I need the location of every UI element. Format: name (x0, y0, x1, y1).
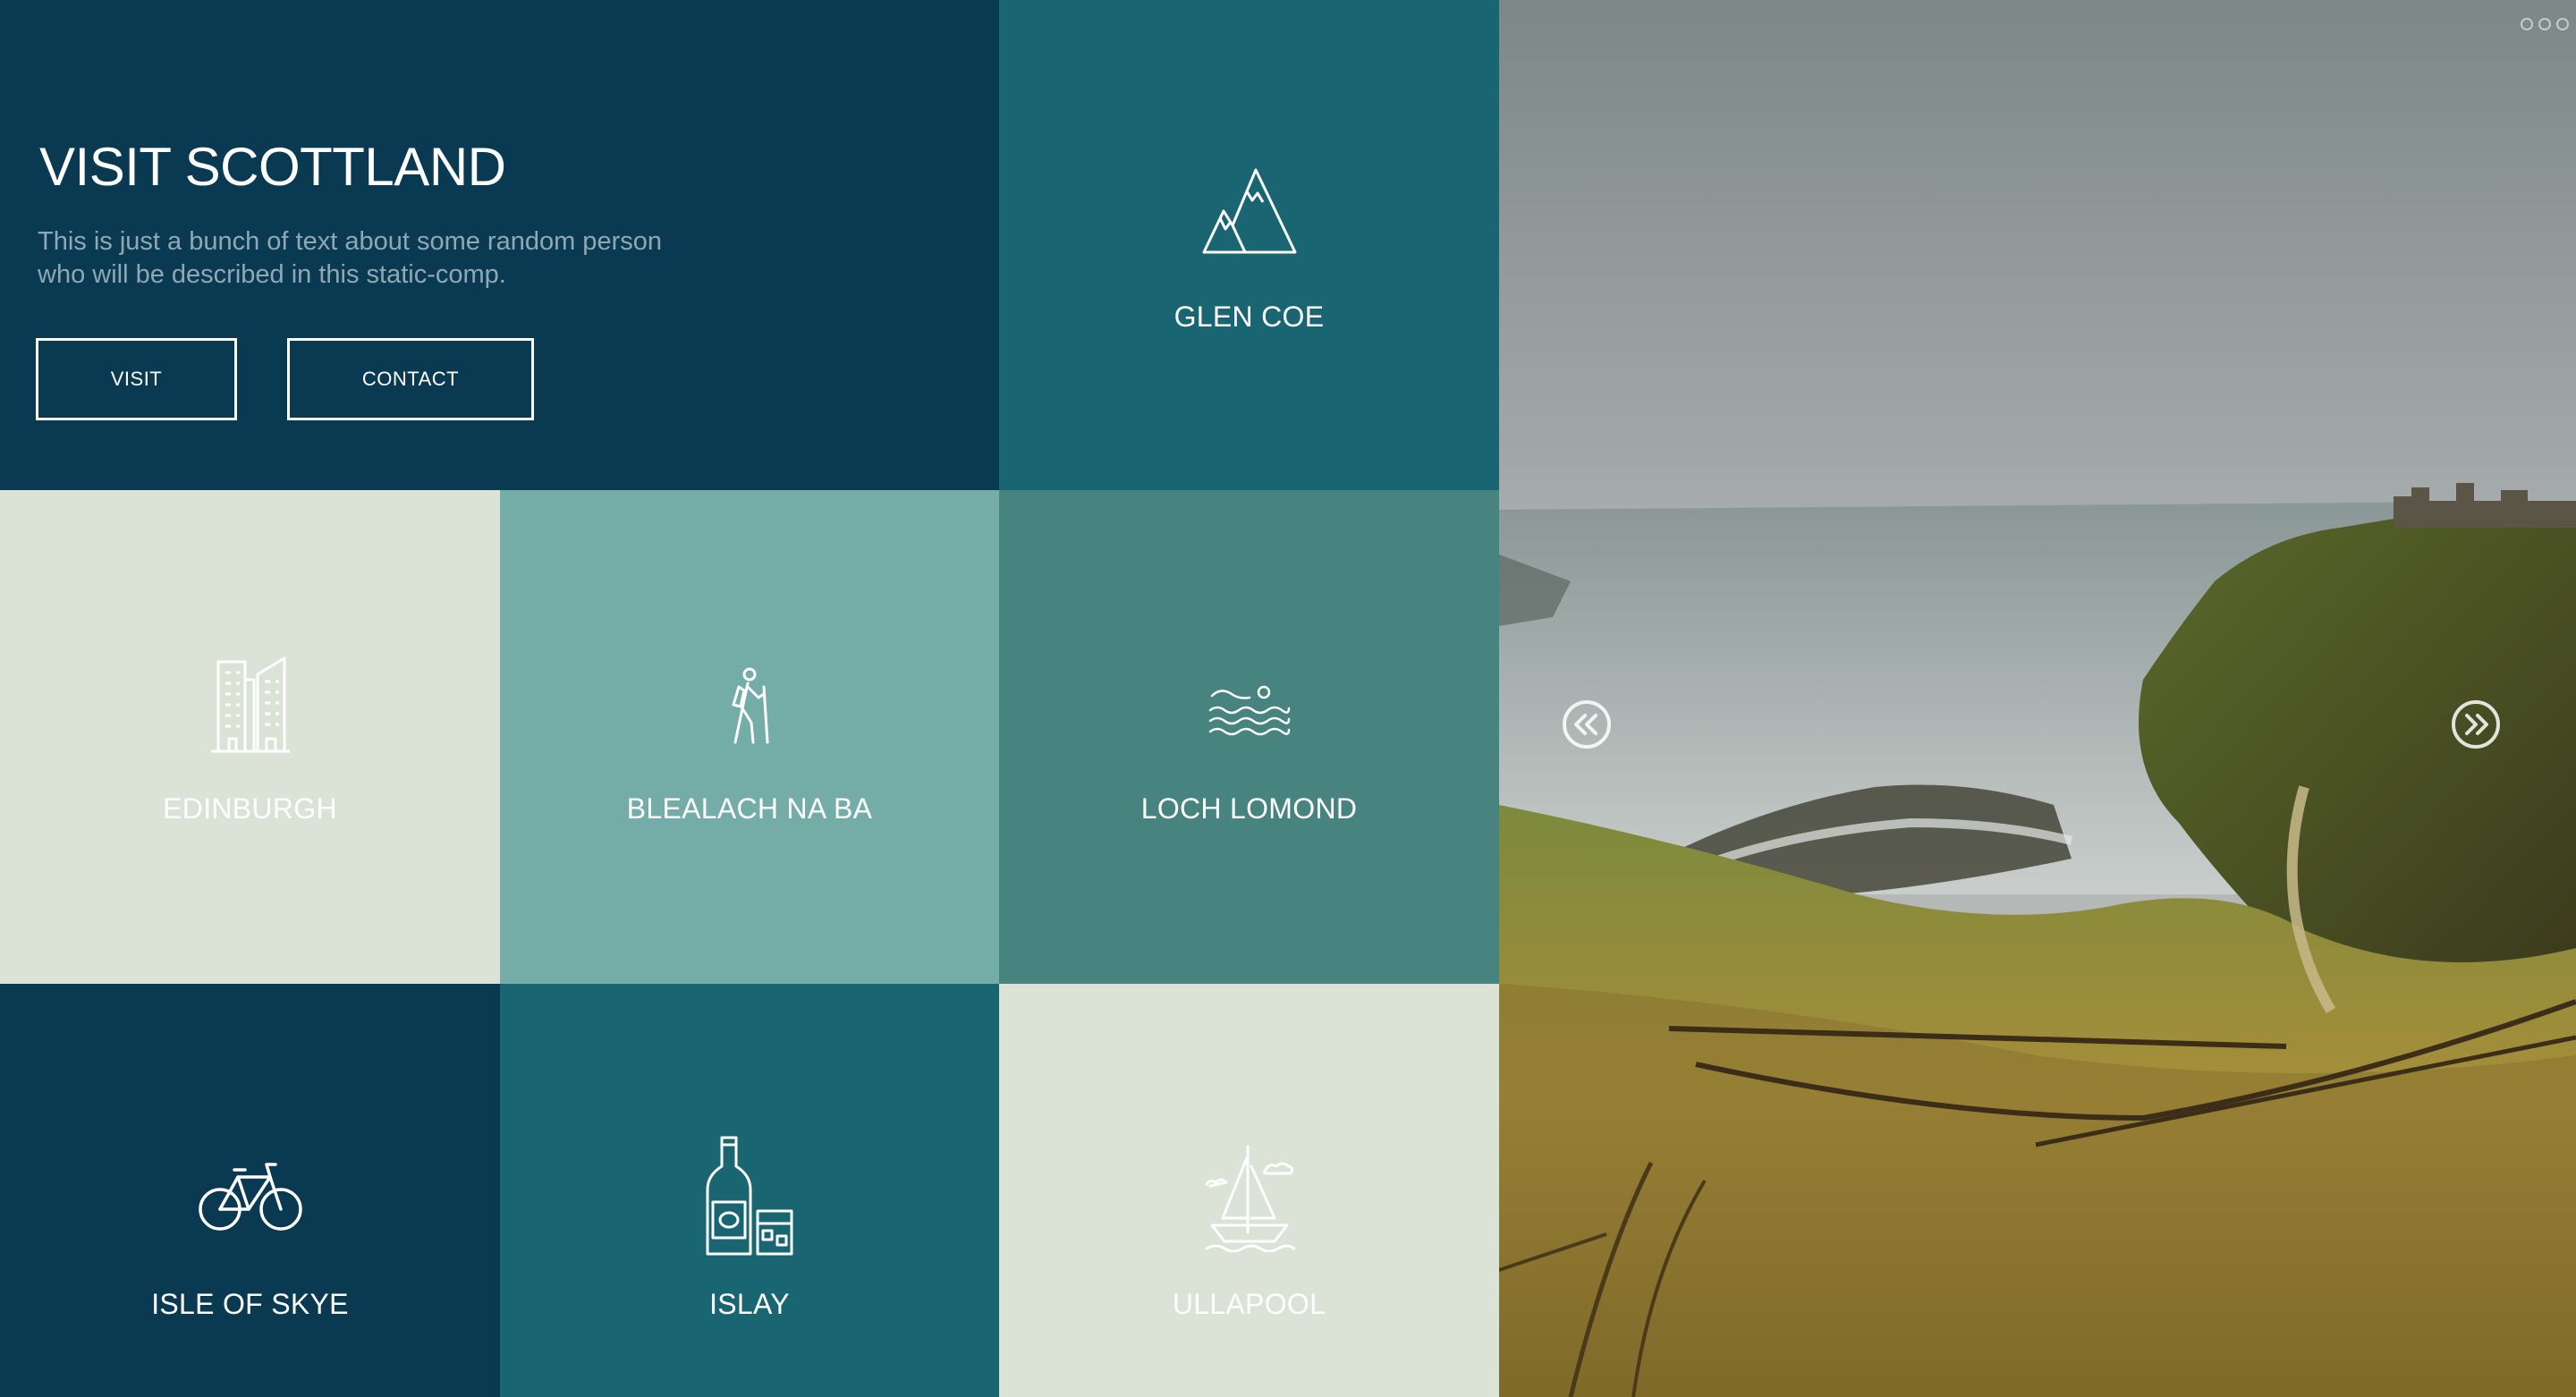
whisky-bottle-icon (706, 1136, 793, 1256)
coastal-cliff-castle-photo (1499, 0, 2576, 1397)
tile-islay[interactable]: ISLAY (500, 984, 999, 1397)
tile-label: GLEN COE (1174, 301, 1325, 333)
carousel-dot[interactable] (2521, 18, 2533, 30)
contact-button[interactable]: CONTACT (287, 338, 534, 420)
carousel-dot[interactable] (2538, 18, 2551, 30)
tile-label: ISLAY (709, 1288, 790, 1320)
chevron-double-left-icon[interactable] (1562, 699, 1612, 749)
sailboat-icon (1205, 1145, 1295, 1252)
tile-ullapool[interactable]: ULLAPOOL (999, 984, 1499, 1397)
hero-description: This is just a bunch of text about some … (38, 227, 662, 289)
tile-edinburgh[interactable]: EDINBURGH (0, 490, 500, 984)
tile-label: ISLE OF SKYE (151, 1288, 349, 1320)
visit-button[interactable]: VISIT (36, 338, 237, 420)
page: VISIT SCOTTLAND This is just a bunch of … (0, 0, 2576, 1397)
tile-label: ULLAPOOL (1172, 1288, 1326, 1320)
tile-label: LOCH LOMOND (1140, 792, 1358, 825)
bicycle-icon (198, 1163, 302, 1231)
hero-panel: VISIT SCOTTLAND This is just a bunch of … (0, 0, 999, 490)
city-buildings-icon (210, 656, 290, 753)
tile-isle-of-skye[interactable]: ISLE OF SKYE (0, 984, 500, 1397)
carousel-dots (2521, 18, 2569, 30)
tile-label: BLEALACH NA BA (626, 792, 873, 825)
mountain-icon (1202, 168, 1296, 254)
chevron-double-right-icon[interactable] (2451, 699, 2501, 749)
tile-loch-lomond[interactable]: LOCH LOMOND (999, 490, 1499, 984)
carousel-dot[interactable] (2556, 18, 2569, 30)
tile-bealach-na-ba[interactable]: BLEALACH NA BA (500, 490, 999, 984)
swimmer-waves-icon (1208, 685, 1290, 736)
hero-carousel[interactable] (1499, 0, 2576, 1397)
tile-label: EDINBURGH (163, 792, 337, 825)
hiker-icon (732, 667, 769, 744)
page-title: VISIT SCOTTLAND (39, 137, 506, 197)
tile-glen-coe[interactable]: GLEN COE (999, 0, 1499, 490)
